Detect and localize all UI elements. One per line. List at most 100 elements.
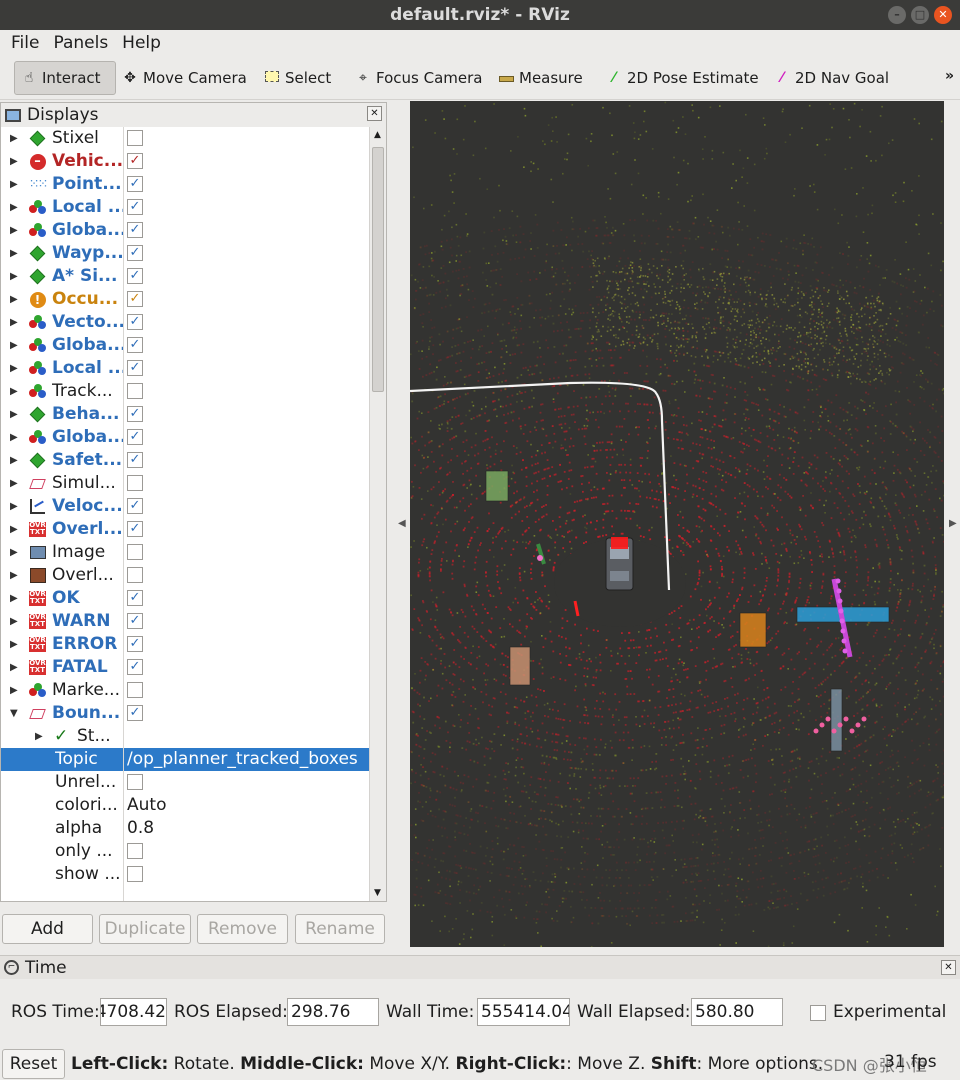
display-enable-checkbox[interactable] (127, 383, 143, 399)
property-row[interactable]: only ... (1, 840, 369, 863)
expand-closed-icon[interactable]: ▶ (10, 403, 18, 426)
display-item[interactable]: ▶ Globa... ✓ (1, 219, 369, 242)
display-enable-checkbox[interactable]: ✓ (127, 153, 143, 169)
display-enable-checkbox[interactable]: ✓ (127, 521, 143, 537)
display-enable-checkbox[interactable]: ✓ (127, 659, 143, 675)
display-item[interactable]: ▶ Wayp... ✓ (1, 242, 369, 265)
property-value[interactable]: Auto (127, 794, 166, 817)
display-enable-checkbox[interactable] (127, 567, 143, 583)
property-checkbox[interactable] (127, 843, 143, 859)
tool-2d-nav-goal[interactable]: ⁄ 2D Nav Goal (774, 61, 889, 95)
wall-time-field[interactable]: 555414.04 (477, 998, 570, 1026)
expand-closed-icon[interactable]: ▶ (10, 219, 18, 242)
expand-closed-icon[interactable]: ▶ (10, 173, 18, 196)
scrollbar[interactable]: ▲ ▼ (369, 127, 386, 901)
display-item[interactable]: ▶ Local ... ✓ (1, 357, 369, 380)
expand-closed-icon[interactable]: ▶ (10, 265, 18, 288)
scroll-down-icon[interactable]: ▼ (374, 888, 381, 898)
display-item[interactable]: ▶ – Vehic... ✓ (1, 150, 369, 173)
add-button[interactable]: Add (2, 914, 93, 944)
expand-closed-icon[interactable]: ▶ (10, 495, 18, 518)
expand-closed-icon[interactable]: ▶ (10, 449, 18, 472)
expand-closed-icon[interactable]: ▶ (10, 288, 18, 311)
display-enable-checkbox[interactable]: ✓ (127, 245, 143, 261)
display-enable-checkbox[interactable]: ✓ (127, 222, 143, 238)
duplicate-button[interactable]: Duplicate (99, 914, 191, 944)
display-enable-checkbox[interactable]: ✓ (127, 337, 143, 353)
rename-button[interactable]: Rename (295, 914, 385, 944)
toolbar-overflow-button[interactable]: » (945, 68, 954, 84)
display-item[interactable]: ▶ Simul... (1, 472, 369, 495)
property-checkbox[interactable] (127, 866, 143, 882)
display-item[interactable]: ▶ Beha... ✓ (1, 403, 369, 426)
display-item[interactable]: ▶ Stixel (1, 127, 369, 150)
scroll-up-icon[interactable]: ▲ (374, 130, 381, 140)
expand-closed-icon[interactable]: ▶ (10, 357, 18, 380)
display-enable-checkbox[interactable]: ✓ (127, 429, 143, 445)
minimize-icon[interactable]: – (888, 6, 906, 24)
property-row[interactable]: alpha 0.8 (1, 817, 369, 840)
display-item[interactable]: ▶ Local ... ✓ (1, 196, 369, 219)
ros-elapsed-field[interactable]: 298.76 (287, 998, 379, 1026)
expand-closed-icon[interactable]: ▶ (10, 127, 18, 150)
tool-interact[interactable]: ☝ Interact (14, 61, 116, 95)
display-enable-checkbox[interactable] (127, 475, 143, 491)
display-item[interactable]: ▶ Image (1, 541, 369, 564)
display-enable-checkbox[interactable]: ✓ (127, 636, 143, 652)
tool-select[interactable]: Select (264, 61, 331, 95)
property-value[interactable]: 0.8 (127, 817, 154, 840)
display-enable-checkbox[interactable]: ✓ (127, 590, 143, 606)
display-item[interactable]: ▶ Track... (1, 380, 369, 403)
tool-2d-pose-estimate[interactable]: ⁄ 2D Pose Estimate (606, 61, 759, 95)
expand-closed-icon[interactable]: ▶ (10, 587, 18, 610)
display-enable-checkbox[interactable]: ✓ (127, 452, 143, 468)
expand-closed-icon[interactable]: ▶ (10, 380, 18, 403)
expand-closed-icon[interactable]: ▶ (10, 610, 18, 633)
display-enable-checkbox[interactable] (127, 544, 143, 560)
expand-closed-icon[interactable]: ▶ (10, 518, 18, 541)
expand-closed-icon[interactable]: ▶ (10, 242, 18, 265)
display-enable-checkbox[interactable]: ✓ (127, 406, 143, 422)
property-row[interactable]: show ... (1, 863, 369, 886)
display-enable-checkbox[interactable]: ✓ (127, 199, 143, 215)
menu-help[interactable]: Help (115, 30, 168, 56)
expand-closed-icon[interactable]: ▶ (10, 472, 18, 495)
property-row[interactable]: Unrel... (1, 771, 369, 794)
display-item[interactable]: ▶! Occu... ✓ (1, 288, 369, 311)
display-enable-checkbox[interactable]: ✓ (127, 176, 143, 192)
display-item[interactable]: ▶ A* Si... ✓ (1, 265, 369, 288)
property-checkbox[interactable] (127, 774, 143, 790)
display-item[interactable]: ▶ Marke... (1, 679, 369, 702)
panel-close-icon[interactable]: ✕ (367, 106, 382, 121)
display-enable-checkbox[interactable]: ✓ (127, 291, 143, 307)
display-enable-checkbox[interactable] (127, 130, 143, 146)
display-item[interactable]: ▶ ⁙⁙ Point... ✓ (1, 173, 369, 196)
property-row[interactable]: Topic/op_planner_tracked_boxes (1, 748, 369, 771)
display-enable-checkbox[interactable]: ✓ (127, 613, 143, 629)
scroll-thumb[interactable] (372, 147, 384, 392)
tool-focus-camera[interactable]: ⌖ Focus Camera (355, 61, 482, 95)
expand-open-icon[interactable]: ▼ (10, 702, 18, 725)
expand-closed-icon[interactable]: ▶ (10, 541, 18, 564)
display-item[interactable]: ▶ OVR TXT ERROR ✓ (1, 633, 369, 656)
remove-button[interactable]: Remove (197, 914, 288, 944)
expand-closed-icon[interactable]: ▶ (10, 426, 18, 449)
collapse-left-icon[interactable]: ◀ (398, 518, 406, 529)
expand-closed-icon[interactable]: ▶ (35, 725, 43, 748)
display-item[interactable]: ▶ OVR TXT OK ✓ (1, 587, 369, 610)
3d-viewport[interactable] (410, 101, 944, 947)
ros-time-field[interactable]: 4708.42 (100, 998, 167, 1026)
close-icon[interactable]: ✕ (934, 6, 952, 24)
menu-panels[interactable]: Panels (46, 30, 115, 56)
tool-move-camera[interactable]: ✥ Move Camera (122, 61, 247, 95)
menu-file[interactable]: File (4, 30, 46, 56)
display-item[interactable]: ▶ Overl... (1, 564, 369, 587)
display-item[interactable]: ▶ Globa... ✓ (1, 334, 369, 357)
expand-closed-icon[interactable]: ▶ (10, 633, 18, 656)
display-enable-checkbox[interactable]: ✓ (127, 705, 143, 721)
reset-button[interactable]: Reset (2, 1049, 65, 1079)
display-item[interactable]: ▶ OVR TXT FATAL ✓ (1, 656, 369, 679)
expand-closed-icon[interactable]: ▶ (10, 656, 18, 679)
maximize-icon[interactable]: □ (911, 6, 929, 24)
display-enable-checkbox[interactable]: ✓ (127, 314, 143, 330)
